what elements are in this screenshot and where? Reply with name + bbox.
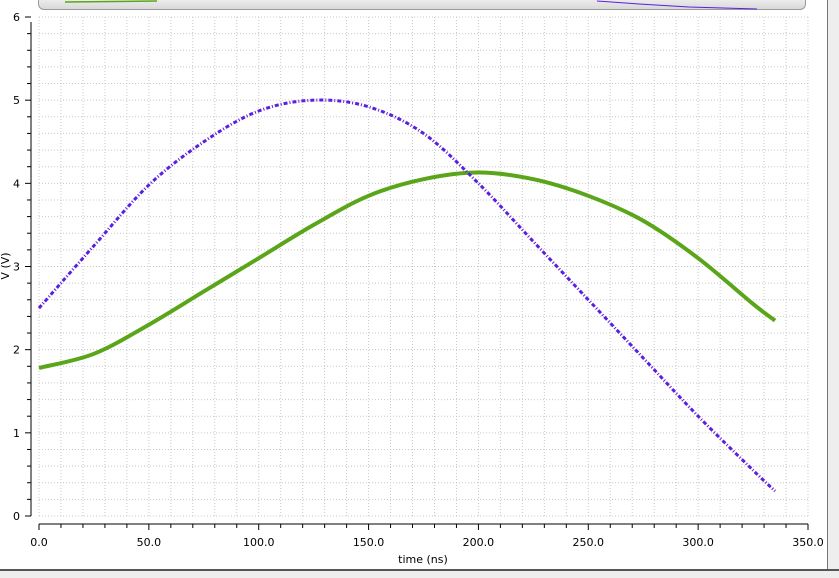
x-tick-label: 0.0: [30, 536, 48, 549]
waveform-chart: 0 1 2 3 4 5 6 0.0 50.0 100.0 150.0 200.0 250.0 300.0 3…: [0, 0, 828, 568]
y-tick-label: 3: [13, 261, 20, 274]
y-tick-label: 1: [13, 427, 20, 440]
y-tick-label: 4: [13, 177, 20, 190]
y-tick-label: 0: [13, 510, 20, 523]
x-tick-label: 250.0: [573, 536, 605, 549]
y-tick-label: 2: [13, 344, 20, 357]
x-axis-label: time (ns): [398, 553, 448, 566]
x-tick-label: 50.0: [137, 536, 162, 549]
y-tick-label: 6: [13, 11, 20, 24]
y-tick-label: 5: [13, 94, 20, 107]
vertical-scrollbar[interactable]: [827, 0, 839, 576]
x-tick-label: 200.0: [463, 536, 495, 549]
y-axis-label: V (V): [0, 252, 12, 279]
series-line-green: [39, 173, 775, 368]
x-tick-label: 100.0: [243, 536, 275, 549]
x-tick-label: 300.0: [682, 536, 714, 549]
x-tick-label: 350.0: [792, 536, 824, 549]
x-tick-label: 150.0: [353, 536, 385, 549]
status-bar: [0, 569, 839, 578]
series-line-purple: [39, 100, 775, 491]
